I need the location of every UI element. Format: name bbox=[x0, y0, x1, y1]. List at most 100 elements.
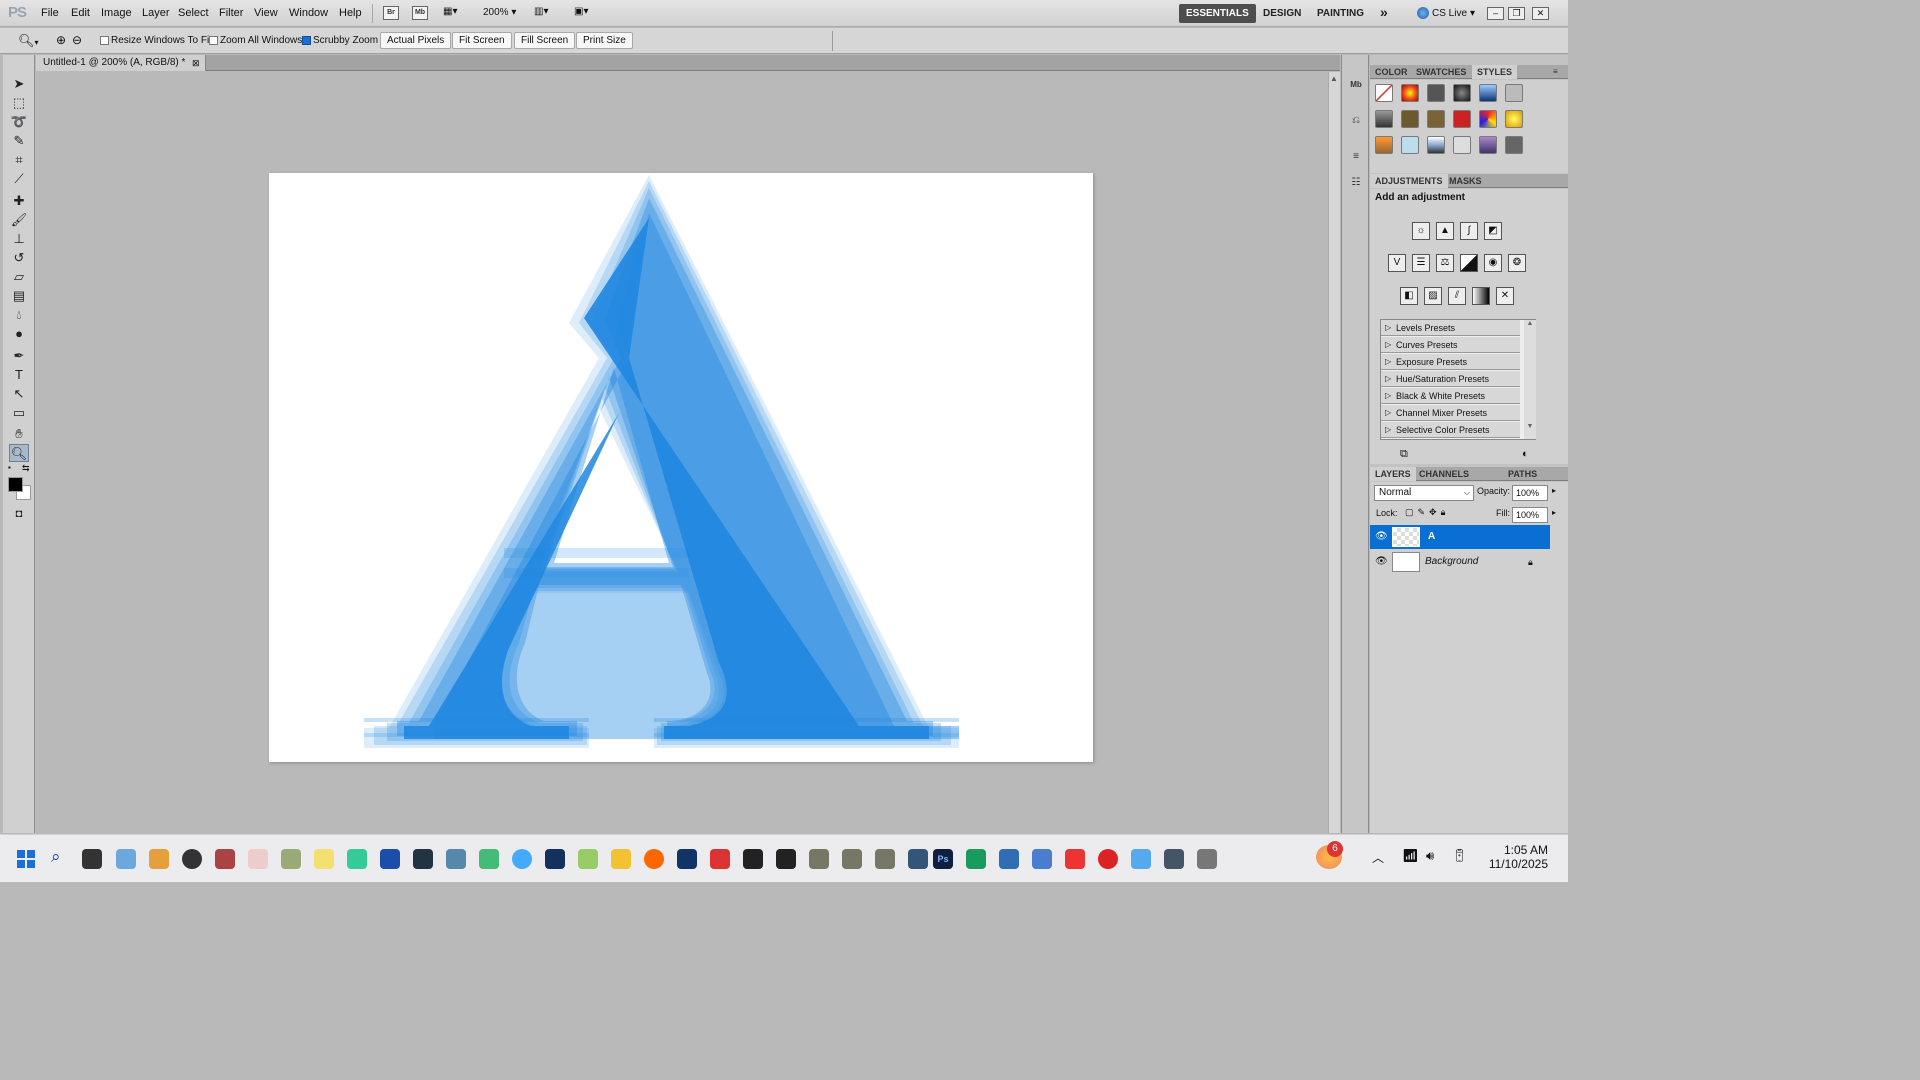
marquee-tool-icon[interactable]: ⬚ bbox=[9, 94, 29, 112]
taskbar-app-icon[interactable] bbox=[578, 849, 598, 869]
start-button-icon[interactable] bbox=[17, 850, 35, 868]
volume-icon[interactable]: 🔊︎ bbox=[1426, 848, 1434, 864]
preset-selective-color[interactable]: Selective Color Presets bbox=[1381, 422, 1520, 438]
style-swatch[interactable] bbox=[1505, 136, 1523, 154]
style-swatch[interactable] bbox=[1427, 110, 1445, 128]
restore-button[interactable]: ❐ bbox=[1508, 7, 1525, 20]
style-swatch[interactable] bbox=[1479, 84, 1497, 102]
taskbar-app-icon[interactable] bbox=[248, 849, 268, 869]
exposure-icon[interactable]: ◩ bbox=[1484, 222, 1502, 240]
taskbar-app-icon[interactable] bbox=[479, 849, 499, 869]
black-white-icon[interactable] bbox=[1460, 254, 1478, 272]
style-swatch[interactable] bbox=[1453, 136, 1471, 154]
arrange-documents-icon[interactable]: ▥▾ bbox=[534, 6, 560, 20]
channel-mixer-icon[interactable]: ❂ bbox=[1508, 254, 1526, 272]
view-extras-icon[interactable]: ▦▾ bbox=[443, 6, 467, 20]
taskbar-app-icon[interactable] bbox=[908, 849, 928, 869]
healing-brush-tool-icon[interactable]: ✚ bbox=[9, 192, 29, 210]
layer-row-background[interactable]: 👁︎ Background 🔒︎ bbox=[1370, 550, 1550, 574]
taskbar-app-icon[interactable] bbox=[149, 849, 169, 869]
fill-input[interactable]: 100% bbox=[1512, 507, 1548, 523]
fill-screen-button[interactable]: Fill Screen bbox=[514, 32, 576, 49]
style-swatch[interactable] bbox=[1505, 84, 1523, 102]
selective-color-icon[interactable]: ✕ bbox=[1496, 287, 1514, 305]
tab-styles[interactable]: STYLES bbox=[1472, 65, 1518, 79]
pen-tool-icon[interactable]: ✒ bbox=[9, 347, 29, 365]
style-swatch[interactable] bbox=[1453, 84, 1471, 102]
vibrance-icon[interactable]: V bbox=[1388, 254, 1406, 272]
menu-layer[interactable]: Layer bbox=[142, 7, 170, 19]
menu-file[interactable]: File bbox=[41, 7, 59, 19]
taskbar-app-icon[interactable] bbox=[966, 849, 986, 869]
style-swatch[interactable] bbox=[1479, 110, 1497, 128]
taskbar-app-icon[interactable] bbox=[413, 849, 433, 869]
document-tab[interactable]: Untitled-1 @ 200% (A, RGB/8) * ⊠ bbox=[36, 55, 206, 71]
style-swatch[interactable] bbox=[1427, 136, 1445, 154]
task-view-icon[interactable] bbox=[82, 849, 102, 869]
print-size-button[interactable]: Print Size bbox=[576, 32, 633, 49]
presets-scrollbar[interactable]: ▲ ▼ bbox=[1524, 320, 1536, 439]
levels-icon[interactable]: ▲ bbox=[1436, 222, 1454, 240]
taskbar-app-icon[interactable] bbox=[1164, 849, 1184, 869]
search-icon[interactable]: ⌕ bbox=[51, 847, 61, 867]
style-swatch[interactable] bbox=[1375, 84, 1393, 102]
taskbar-app-icon[interactable] bbox=[1131, 849, 1151, 869]
wifi-icon[interactable]: 📶︎ bbox=[1402, 848, 1419, 864]
brush-presets-icon[interactable]: ≡ bbox=[1346, 147, 1366, 167]
menu-help[interactable]: Help bbox=[339, 7, 362, 19]
resize-windows-checkbox[interactable]: Resize Windows To Fit bbox=[100, 35, 212, 46]
taskbar-app-icon[interactable] bbox=[314, 849, 334, 869]
taskbar-app-icon[interactable] bbox=[999, 849, 1019, 869]
preset-levels[interactable]: Levels Presets bbox=[1381, 320, 1520, 336]
actual-pixels-button[interactable]: Actual Pixels bbox=[380, 32, 452, 49]
taskbar-app-icon[interactable] bbox=[545, 849, 565, 869]
zoom-tool-icon[interactable]: 🔍︎ bbox=[9, 444, 29, 462]
firefox-icon[interactable] bbox=[644, 849, 664, 869]
gradient-map-icon[interactable] bbox=[1472, 287, 1490, 305]
document-canvas[interactable]: A bbox=[269, 173, 1093, 762]
menu-select[interactable]: Select bbox=[178, 7, 209, 19]
zoom-in-icon[interactable]: ⊕ bbox=[56, 33, 66, 47]
taskbar-app-icon[interactable] bbox=[1032, 849, 1052, 869]
preset-curves[interactable]: Curves Presets bbox=[1381, 337, 1520, 353]
tab-channels[interactable]: CHANNELS bbox=[1414, 467, 1474, 481]
more-workspaces-icon[interactable]: » bbox=[1373, 3, 1395, 22]
scroll-up-icon[interactable]: ▲ bbox=[1330, 74, 1338, 83]
close-tab-icon[interactable]: ⊠ bbox=[192, 55, 200, 71]
history-panel-icon[interactable]: ⎌ bbox=[1346, 111, 1366, 131]
threshold-icon[interactable]: ⫽ bbox=[1448, 287, 1466, 305]
style-swatch[interactable] bbox=[1479, 136, 1497, 154]
inkscape-icon[interactable] bbox=[743, 849, 763, 869]
minibridge-panel-icon[interactable]: Mb bbox=[1346, 75, 1366, 95]
clone-stamp-tool-icon[interactable]: ⊥ bbox=[9, 230, 29, 248]
menu-window[interactable]: Window bbox=[289, 7, 328, 19]
zoom-out-icon[interactable]: ⊖ bbox=[72, 33, 82, 47]
hue-saturation-icon[interactable]: ☰ bbox=[1412, 254, 1430, 272]
move-tool-icon[interactable]: ➤ bbox=[9, 75, 29, 93]
brush-tool-icon[interactable]: 🖌︎ bbox=[9, 211, 29, 229]
visibility-eye-icon[interactable]: 👁︎ bbox=[1375, 525, 1388, 549]
quick-selection-tool-icon[interactable]: ✎ bbox=[9, 132, 29, 150]
minimize-button[interactable]: – bbox=[1487, 7, 1504, 20]
preset-black-white[interactable]: Black & White Presets bbox=[1381, 388, 1520, 404]
gimp-icon[interactable] bbox=[809, 849, 829, 869]
photo-filter-icon[interactable]: ◉ bbox=[1484, 254, 1502, 272]
zoom-all-windows-checkbox[interactable]: Zoom All Windows bbox=[209, 35, 302, 46]
style-swatch[interactable] bbox=[1401, 110, 1419, 128]
quick-mask-icon[interactable]: ◘ bbox=[9, 505, 29, 523]
taskbar-app-icon[interactable] bbox=[182, 849, 202, 869]
taskbar-app-icon[interactable] bbox=[446, 849, 466, 869]
style-swatch[interactable] bbox=[1427, 84, 1445, 102]
close-button[interactable]: ✕ bbox=[1532, 7, 1549, 20]
adjustment-options-icon[interactable]: ◐ bbox=[1522, 448, 1529, 460]
taskbar-app-icon[interactable] bbox=[281, 849, 301, 869]
tab-masks[interactable]: MASKS bbox=[1444, 174, 1487, 188]
brightness-contrast-icon[interactable]: ☼ bbox=[1412, 222, 1430, 240]
type-tool-icon[interactable]: T bbox=[9, 366, 29, 384]
fit-screen-button[interactable]: Fit Screen bbox=[452, 32, 512, 49]
dodge-tool-icon[interactable]: ● bbox=[9, 325, 29, 343]
style-swatch[interactable] bbox=[1505, 110, 1523, 128]
preset-exposure[interactable]: Exposure Presets bbox=[1381, 354, 1520, 370]
tab-layers[interactable]: LAYERS bbox=[1370, 467, 1416, 481]
menu-edit[interactable]: Edit bbox=[71, 7, 90, 19]
